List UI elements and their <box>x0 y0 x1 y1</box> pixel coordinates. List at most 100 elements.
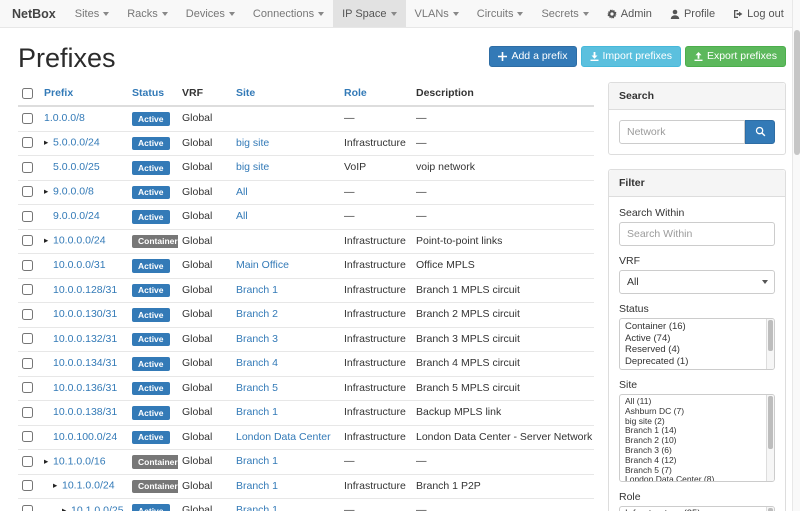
role-listbox-scrollbar[interactable] <box>766 507 774 511</box>
row-checkbox[interactable] <box>22 407 33 418</box>
prefix-link[interactable]: 10.1.0.0/16 <box>53 455 106 467</box>
site-link[interactable]: Branch 1 <box>236 504 278 511</box>
search-button[interactable] <box>745 120 775 144</box>
expand-caret-icon[interactable]: ▸ <box>44 186 53 198</box>
row-checkbox[interactable] <box>22 260 33 271</box>
site-listbox-scrollbar[interactable] <box>766 395 774 481</box>
site-filter-option[interactable]: Branch 4 (12) <box>620 456 765 466</box>
column-header-site[interactable]: Site <box>232 82 340 106</box>
prefix-link[interactable]: 10.0.100.0/24 <box>53 431 117 443</box>
search-input[interactable] <box>619 120 745 144</box>
prefix-link[interactable]: 10.0.0.132/31 <box>53 333 117 345</box>
site-filter-option[interactable]: Branch 5 (7) <box>620 466 765 476</box>
prefix-link[interactable]: 10.0.0.138/31 <box>53 406 117 418</box>
nav-menu-item[interactable]: Secrets <box>532 0 597 27</box>
logout-link[interactable]: Log out <box>724 0 793 27</box>
row-checkbox[interactable] <box>22 211 33 222</box>
nav-menu-item[interactable]: Devices <box>177 0 244 27</box>
row-checkbox[interactable] <box>22 480 33 491</box>
row-checkbox[interactable] <box>22 162 33 173</box>
prefix-link[interactable]: 10.0.0.0/31 <box>53 259 106 271</box>
site-link[interactable]: All <box>236 210 248 222</box>
role-listbox[interactable]: Infrastructure (25)Management (8)Private… <box>619 506 775 511</box>
app-brand[interactable]: NetBox <box>0 0 66 27</box>
site-link[interactable]: Branch 5 <box>236 382 278 394</box>
prefix-link[interactable]: 10.0.0.130/31 <box>53 308 117 320</box>
status-filter-option[interactable]: Container (16) <box>620 321 765 333</box>
prefix-link[interactable]: 10.0.0.0/24 <box>53 235 106 247</box>
expand-caret-icon[interactable]: ▸ <box>44 137 53 149</box>
site-filter-option[interactable]: Branch 2 (10) <box>620 436 765 446</box>
page-scrollbar[interactable] <box>792 0 800 511</box>
status-filter-option[interactable]: Deprecated (1) <box>620 356 765 368</box>
site-filter-option[interactable]: Branch 3 (6) <box>620 446 765 456</box>
vrf-select[interactable]: All <box>619 270 775 294</box>
site-link[interactable]: Branch 2 <box>236 308 278 320</box>
expand-caret-icon[interactable]: ▸ <box>44 235 53 247</box>
row-checkbox[interactable] <box>22 284 33 295</box>
column-header-status[interactable]: Status <box>128 82 178 106</box>
prefix-link[interactable]: 10.0.0.136/31 <box>53 382 117 394</box>
export-prefixes-button[interactable]: Export prefixes <box>685 46 786 67</box>
nav-menu-item[interactable]: IP Space <box>333 0 405 27</box>
row-checkbox[interactable] <box>22 309 33 320</box>
column-header-role[interactable]: Role <box>340 82 412 106</box>
prefix-link[interactable]: 9.0.0.0/8 <box>53 186 94 198</box>
scrollbar-thumb[interactable] <box>794 30 800 155</box>
prefix-link[interactable]: 10.1.0.0/25 <box>71 504 124 511</box>
expand-caret-icon[interactable]: ▸ <box>44 456 53 468</box>
expand-caret-icon[interactable]: ▸ <box>62 505 71 511</box>
row-checkbox[interactable] <box>22 358 33 369</box>
site-filter-option[interactable]: Branch 1 (14) <box>620 426 765 436</box>
status-filter-option[interactable]: Reserved (4) <box>620 344 765 356</box>
site-link[interactable]: Branch 1 <box>236 406 278 418</box>
status-listbox[interactable]: Container (16)Active (74)Reserved (4)Dep… <box>619 318 775 370</box>
row-checkbox[interactable] <box>22 186 33 197</box>
profile-link[interactable]: Profile <box>661 0 724 27</box>
row-checkbox[interactable] <box>22 456 33 467</box>
site-link[interactable]: Branch 4 <box>236 357 278 369</box>
add-prefix-button[interactable]: Add a prefix <box>489 46 576 67</box>
site-link[interactable]: Branch 1 <box>236 284 278 296</box>
row-checkbox[interactable] <box>22 137 33 148</box>
site-filter-option[interactable]: All (11) <box>620 397 765 407</box>
nav-menu-item[interactable]: Racks <box>118 0 177 27</box>
site-filter-option[interactable]: London Data Center (8) <box>620 475 765 482</box>
row-checkbox[interactable] <box>22 431 33 442</box>
nav-menu-item[interactable]: Sites <box>66 0 118 27</box>
site-filter-option[interactable]: Ashburn DC (7) <box>620 407 765 417</box>
row-checkbox[interactable] <box>22 382 33 393</box>
site-link[interactable]: big site <box>236 137 269 149</box>
site-filter-option[interactable]: big site (2) <box>620 417 765 427</box>
site-link[interactable]: All <box>236 186 248 198</box>
prefix-link[interactable]: 9.0.0.0/24 <box>53 210 100 222</box>
site-link[interactable]: Branch 3 <box>236 333 278 345</box>
nav-menu-item[interactable]: Connections <box>244 0 333 27</box>
nav-menu-item[interactable]: VLANs <box>406 0 468 27</box>
admin-link[interactable]: Admin <box>598 0 661 27</box>
row-checkbox[interactable] <box>22 505 33 511</box>
site-listbox[interactable]: All (11)Ashburn DC (7)big site (2)Branch… <box>619 394 775 482</box>
column-header-prefix[interactable]: Prefix <box>40 82 128 106</box>
row-checkbox[interactable] <box>22 113 33 124</box>
status-filter-option[interactable]: Active (74) <box>620 333 765 345</box>
nav-menu-item[interactable]: Circuits <box>468 0 533 27</box>
row-checkbox[interactable] <box>22 333 33 344</box>
site-link[interactable]: London Data Center <box>236 431 331 443</box>
search-within-input[interactable] <box>619 222 775 246</box>
prefix-link[interactable]: 10.0.0.134/31 <box>53 357 117 369</box>
site-link[interactable]: Main Office <box>236 259 289 271</box>
prefix-link[interactable]: 5.0.0.0/24 <box>53 137 100 149</box>
site-link[interactable]: Branch 1 <box>236 480 278 492</box>
select-all-checkbox[interactable] <box>22 88 33 99</box>
site-link[interactable]: big site <box>236 161 269 173</box>
prefix-link[interactable]: 1.0.0.0/8 <box>44 112 85 124</box>
site-link[interactable]: Branch 1 <box>236 455 278 467</box>
import-prefixes-button[interactable]: Import prefixes <box>581 46 681 67</box>
prefix-link[interactable]: 10.0.0.128/31 <box>53 284 117 296</box>
prefix-link[interactable]: 5.0.0.0/25 <box>53 161 100 173</box>
expand-caret-icon[interactable]: ▸ <box>53 480 62 492</box>
prefix-link[interactable]: 10.1.0.0/24 <box>62 480 115 492</box>
row-checkbox[interactable] <box>22 235 33 246</box>
status-listbox-scrollbar[interactable] <box>766 319 774 369</box>
